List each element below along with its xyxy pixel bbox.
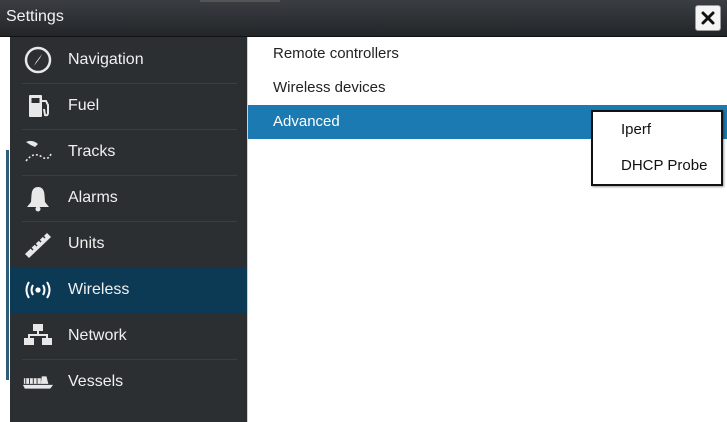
submenu-item-label: Iperf bbox=[621, 121, 652, 138]
menu-item-wireless-devices[interactable]: Wireless devices bbox=[248, 71, 727, 105]
sidebar-item-label: Navigation bbox=[68, 51, 144, 68]
menu-item-remote-controllers[interactable]: Remote controllers bbox=[248, 37, 727, 71]
network-icon bbox=[22, 320, 54, 352]
tracks-icon bbox=[22, 136, 54, 168]
sidebar-item-navigation[interactable]: Navigation bbox=[10, 37, 247, 83]
sidebar-item-label: Network bbox=[68, 327, 127, 344]
settings-sidebar: Navigation Fuel Tracks Alarms Units Wire… bbox=[10, 37, 247, 422]
sidebar-item-tracks[interactable]: Tracks bbox=[10, 129, 247, 175]
sidebar-item-label: Units bbox=[68, 235, 105, 252]
sidebar-item-label: Fuel bbox=[68, 97, 100, 114]
sidebar-item-network[interactable]: Network bbox=[10, 313, 247, 359]
submenu-item-dhcp-probe[interactable]: DHCP Probe bbox=[593, 148, 721, 182]
menu-item-label: Advanced bbox=[273, 113, 340, 130]
sidebar-item-label: Wireless bbox=[68, 281, 130, 298]
menu-item-label: Wireless devices bbox=[273, 79, 386, 96]
submenu-item-iperf[interactable]: Iperf bbox=[593, 112, 721, 146]
submenu-item-label: DHCP Probe bbox=[621, 157, 708, 174]
vessels-icon bbox=[22, 366, 54, 398]
settings-window: Settings Navigation Fuel Tracks Alarms U… bbox=[0, 0, 727, 422]
sidebar-item-vessels[interactable]: Vessels bbox=[10, 359, 247, 405]
settings-content-list: Remote controllers Wireless devices Adva… bbox=[247, 37, 727, 422]
left-accent-bar bbox=[6, 150, 9, 380]
title-bar-highlight bbox=[200, 0, 280, 2]
sidebar-item-label: Vessels bbox=[68, 373, 124, 390]
title-bar: Settings bbox=[0, 0, 727, 37]
compass-icon bbox=[22, 44, 54, 76]
close-button[interactable] bbox=[695, 5, 721, 31]
window-title: Settings bbox=[6, 8, 64, 25]
close-icon bbox=[701, 11, 715, 25]
ruler-icon bbox=[22, 228, 54, 260]
bell-icon bbox=[22, 182, 54, 214]
sidebar-item-label: Alarms bbox=[68, 189, 118, 206]
sidebar-item-alarms[interactable]: Alarms bbox=[10, 175, 247, 221]
sidebar-item-fuel[interactable]: Fuel bbox=[10, 83, 247, 129]
sidebar-item-wireless[interactable]: Wireless bbox=[10, 267, 247, 313]
sidebar-item-units[interactable]: Units bbox=[10, 221, 247, 267]
advanced-submenu-popup: Iperf DHCP Probe bbox=[591, 110, 723, 186]
wireless-icon bbox=[22, 274, 54, 306]
sidebar-item-label: Tracks bbox=[68, 143, 116, 160]
fuel-pump-icon bbox=[22, 90, 54, 122]
menu-item-label: Remote controllers bbox=[273, 45, 399, 62]
